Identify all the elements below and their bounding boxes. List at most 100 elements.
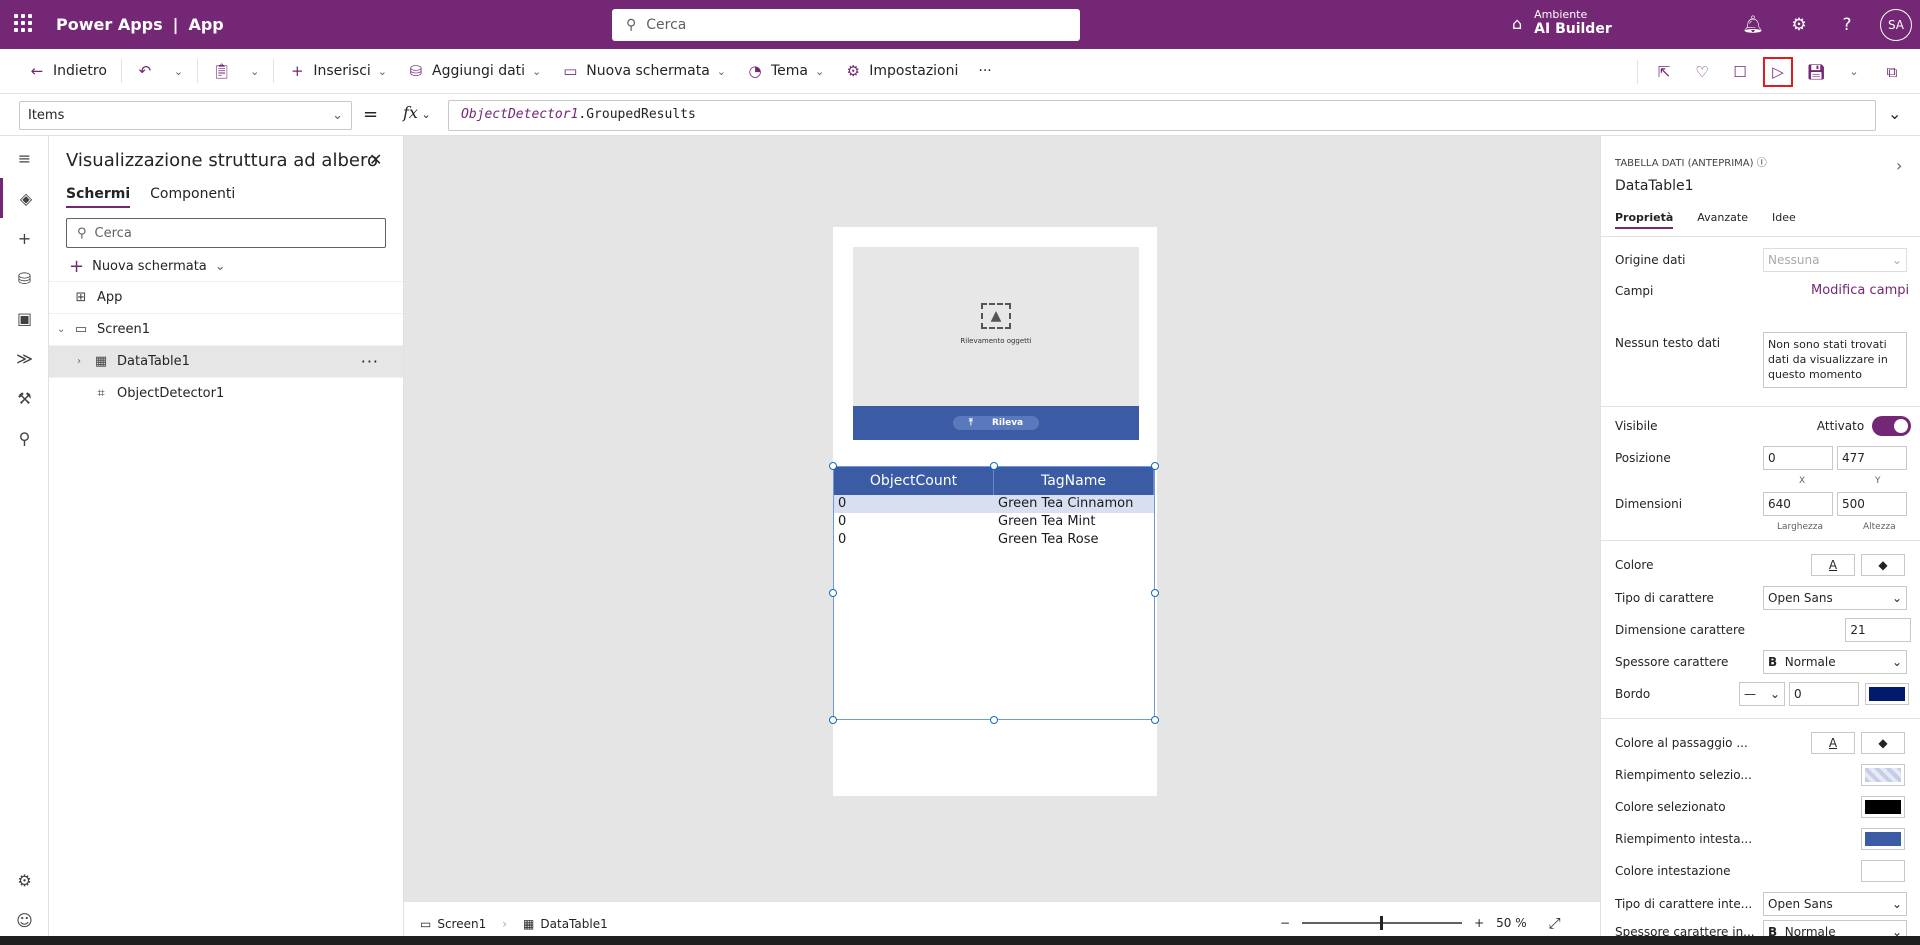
power-automate-icon[interactable]: ≫ xyxy=(0,338,49,378)
insert-icon[interactable]: + xyxy=(0,218,49,258)
tree-view-icon[interactable]: ◈ xyxy=(0,178,49,218)
product-name[interactable]: Power Apps xyxy=(56,15,163,34)
back-button[interactable]: ← Indietro xyxy=(18,55,117,87)
tree-item-datatable1[interactable]: › ▦ DataTable1 ··· xyxy=(49,345,403,377)
tree-item-objectdetector1[interactable]: ⌗ ObjectDetector1 xyxy=(49,377,403,409)
data-icon[interactable]: ⛁ xyxy=(0,258,49,298)
resize-handle[interactable] xyxy=(829,589,837,597)
resize-handle[interactable] xyxy=(990,716,998,724)
breadcrumb-datatable1[interactable]: ▦ DataTable1 xyxy=(507,917,624,931)
table-row[interactable]: 0 Green Tea Mint xyxy=(834,513,1154,531)
header-fill-picker[interactable] xyxy=(1861,828,1905,850)
visible-toggle[interactable] xyxy=(1872,416,1911,436)
table-row[interactable]: 0 Green Tea Cinnamon xyxy=(834,495,1154,513)
app-checker-icon[interactable]: ♡ xyxy=(1686,56,1718,88)
breadcrumb-screen1[interactable]: ▭ Screen1 xyxy=(404,917,502,931)
column-header[interactable]: ObjectCount xyxy=(834,467,994,495)
table-row[interactable]: 0 Green Tea Rose xyxy=(834,531,1154,549)
position-y-input[interactable]: 477 xyxy=(1837,446,1907,470)
expand-formula-icon[interactable]: ⌄ xyxy=(1888,104,1901,123)
property-dropdown[interactable]: Items ⌄ xyxy=(19,101,352,130)
tab-properties[interactable]: Proprietà xyxy=(1615,211,1674,229)
font-size-input[interactable]: 21 xyxy=(1845,618,1911,642)
width-input[interactable]: 640 xyxy=(1763,492,1833,516)
insert-button[interactable]: + Inserisci ⌄ xyxy=(278,55,397,87)
border-thickness-input[interactable]: 0 xyxy=(1789,682,1859,706)
zoom-in-icon[interactable]: + xyxy=(1474,916,1484,930)
gear-icon[interactable]: ⚙ xyxy=(1788,14,1810,36)
search-icon[interactable]: ⚲ xyxy=(0,418,49,458)
settings-button[interactable]: ⚙ Impostazioni xyxy=(834,55,968,87)
font-dropdown[interactable]: Open Sans ⌄ xyxy=(1763,586,1907,610)
hover-fill-color-picker[interactable]: ◆ xyxy=(1861,732,1905,754)
hamburger-icon[interactable]: ≡ xyxy=(0,138,49,178)
save-menu-button[interactable]: ⌄ xyxy=(1838,56,1870,88)
font-weight-dropdown[interactable]: B Normale ⌄ xyxy=(1763,650,1907,674)
header-color-picker[interactable] xyxy=(1861,860,1905,882)
fx-button[interactable]: fx ⌄ xyxy=(403,103,431,122)
tree-search-input[interactable]: ⚲ Cerca xyxy=(66,218,386,248)
resize-handle[interactable] xyxy=(1151,462,1159,470)
resize-handle[interactable] xyxy=(829,716,837,724)
theme-button[interactable]: ◔ Tema ⌄ xyxy=(736,55,834,87)
add-data-button[interactable]: ⛁ Aggiungi dati ⌄ xyxy=(397,55,551,87)
chevron-down-icon[interactable]: ⌄ xyxy=(57,324,71,335)
resize-handle[interactable] xyxy=(829,462,837,470)
tree-item-screen1[interactable]: ⌄ ▭ Screen1 xyxy=(49,313,403,345)
undo-button[interactable]: ↶ xyxy=(126,55,164,87)
border-color-picker[interactable] xyxy=(1865,683,1909,705)
object-detector-control[interactable]: ▲ Rilevamento oggetti ⤒ Rileva xyxy=(853,247,1139,440)
tab-advanced[interactable]: Avanzate xyxy=(1697,211,1748,229)
tree-item-app[interactable]: ⊞ App xyxy=(49,281,403,313)
new-screen-button[interactable]: ▭ Nuova schermata ⌄ xyxy=(551,55,736,87)
resize-handle[interactable] xyxy=(1151,589,1159,597)
fill-color-picker[interactable]: ◆ xyxy=(1861,554,1905,576)
paste-menu-button[interactable]: ⌄ xyxy=(240,55,269,87)
save-icon[interactable]: 💾︎ xyxy=(1800,56,1832,88)
help-icon[interactable]: ⓘ xyxy=(1757,158,1767,169)
preview-play-icon[interactable]: ▷ xyxy=(1762,56,1794,88)
comments-icon[interactable]: ☐ xyxy=(1724,56,1756,88)
design-canvas[interactable]: ▲ Rilevamento oggetti ⤒ Rileva ObjectCou… xyxy=(404,136,1600,901)
avatar[interactable]: SA xyxy=(1880,9,1912,41)
detect-button[interactable]: ⤒ Rileva xyxy=(853,406,1139,440)
resize-handle[interactable] xyxy=(990,462,998,470)
position-x-input[interactable]: 0 xyxy=(1763,446,1833,470)
resize-handle[interactable] xyxy=(1151,716,1159,724)
edit-fields-link[interactable]: Modifica campi xyxy=(1811,283,1909,298)
selected-color-picker[interactable] xyxy=(1861,796,1905,818)
border-style-dropdown[interactable]: — ⌄ xyxy=(1739,682,1785,706)
close-icon[interactable]: ✕ xyxy=(369,150,382,169)
tab-screens[interactable]: Schermi xyxy=(66,186,131,208)
formula-input[interactable]: ObjectDetector1.GroupedResults xyxy=(448,100,1876,131)
zoom-slider-thumb[interactable] xyxy=(1380,916,1384,930)
undo-menu-button[interactable]: ⌄ xyxy=(164,55,193,87)
chevron-right-icon[interactable]: › xyxy=(77,356,91,367)
more-options-icon[interactable]: ··· xyxy=(361,352,379,371)
environment-picker[interactable]: ⌂ Ambiente AI Builder xyxy=(1512,8,1612,38)
text-color-picker[interactable]: A xyxy=(1811,554,1855,576)
control-name[interactable]: DataTable1 xyxy=(1615,178,1694,194)
share-icon[interactable]: ⇱ xyxy=(1648,56,1680,88)
header-font-dropdown[interactable]: Open Sans ⌄ xyxy=(1763,892,1907,916)
data-table[interactable]: ObjectCount TagName 0 Green Tea Cinnamon… xyxy=(833,466,1155,720)
notifications-icon[interactable]: 🔔︎ xyxy=(1742,14,1764,36)
app-name[interactable]: App xyxy=(188,15,223,34)
more-commands-button[interactable]: ··· xyxy=(968,55,1001,87)
fit-to-window-icon[interactable]: ⤢ xyxy=(1549,914,1561,932)
help-icon[interactable]: ? xyxy=(1836,14,1858,36)
height-input[interactable]: 500 xyxy=(1837,492,1907,516)
tab-ideas[interactable]: Idee xyxy=(1772,211,1796,229)
tab-components[interactable]: Componenti xyxy=(150,186,235,208)
zoom-slider[interactable] xyxy=(1302,916,1463,930)
advanced-tools-icon[interactable]: ⚒ xyxy=(0,378,49,418)
global-search[interactable]: ⚲ Cerca xyxy=(612,9,1080,41)
screen-preview[interactable]: ▲ Rilevamento oggetti ⤒ Rileva ObjectCou… xyxy=(829,227,1159,796)
data-source-dropdown[interactable]: Nessuna ⌄ xyxy=(1763,248,1907,272)
no-data-input[interactable]: Non sono stati trovati dati da visualizz… xyxy=(1763,332,1907,388)
publish-icon[interactable]: ⧉ xyxy=(1876,56,1908,88)
zoom-out-icon[interactable]: − xyxy=(1280,916,1290,930)
column-header[interactable]: TagName xyxy=(994,467,1154,495)
tree-new-screen-button[interactable]: + Nuova schermata ⌄ xyxy=(69,256,226,277)
chevron-right-icon[interactable]: › xyxy=(1896,156,1902,175)
